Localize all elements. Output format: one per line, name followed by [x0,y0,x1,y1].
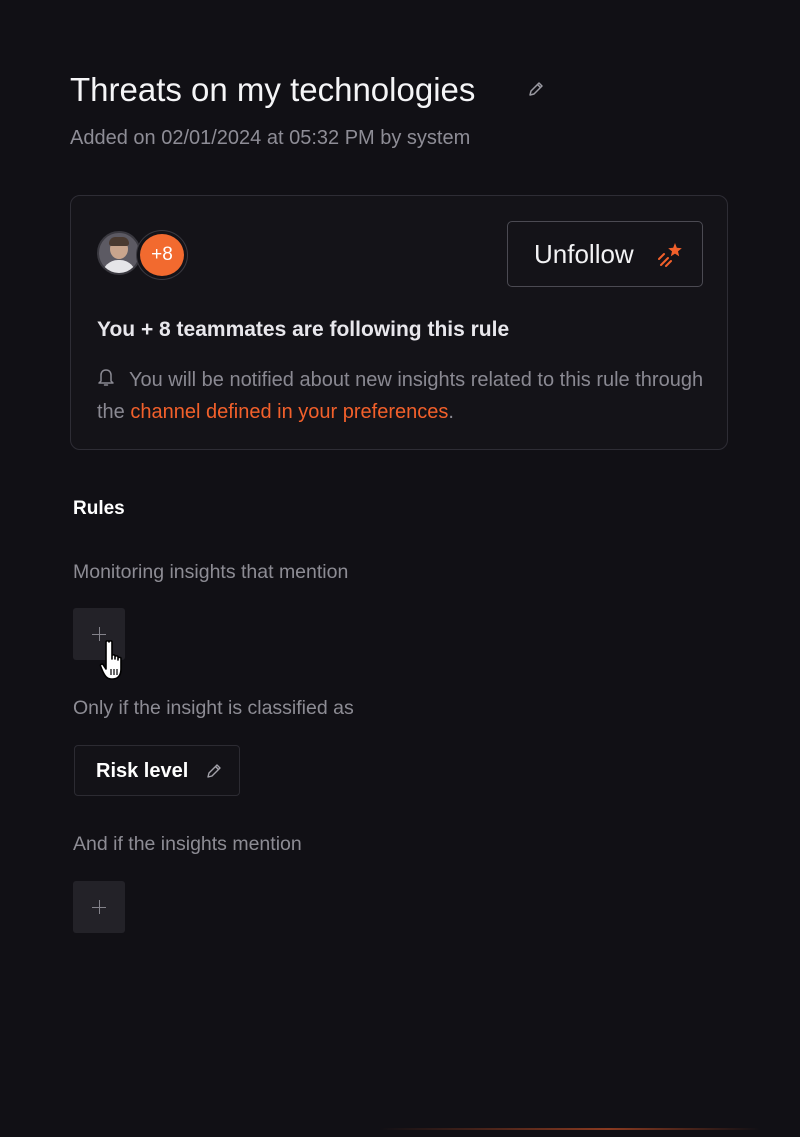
preferences-channel-link[interactable]: channel defined in your preferences [130,401,448,423]
plus-icon-vertical [98,627,100,641]
follower-avatar [97,231,141,275]
notification-notice: You will be notified about new insights … [97,364,707,428]
page-subtitle: Added on 02/01/2024 at 05:32 PM by syste… [70,127,471,149]
rules-section-title: Rules [73,498,125,519]
plus-icon-vertical [98,900,100,914]
following-heading: You + 8 teammates are following this rul… [97,318,510,341]
followers-count-badge[interactable]: +8 [137,231,187,279]
monitoring-label: Monitoring insights that mention [73,561,349,583]
edit-title-pencil-icon[interactable] [527,80,545,98]
pencil-icon [207,764,221,778]
classification-label: Only if the insight is classified as [73,697,354,719]
unfollow-button[interactable]: Unfollow [507,221,703,287]
unfollow-button-label: Unfollow [534,239,634,269]
notice-end: . [448,401,454,423]
page-title: Threats on my technologies [70,71,476,108]
additional-mention-label: And if the insights mention [73,833,302,855]
falling-star-icon [658,243,682,267]
add-additional-mention-button[interactable] [73,881,125,933]
risk-level-chip[interactable]: Risk level [74,745,240,796]
risk-level-label: Risk level [96,760,189,782]
bottom-progress-line [380,1128,760,1130]
add-monitoring-mention-button[interactable] [73,608,125,660]
